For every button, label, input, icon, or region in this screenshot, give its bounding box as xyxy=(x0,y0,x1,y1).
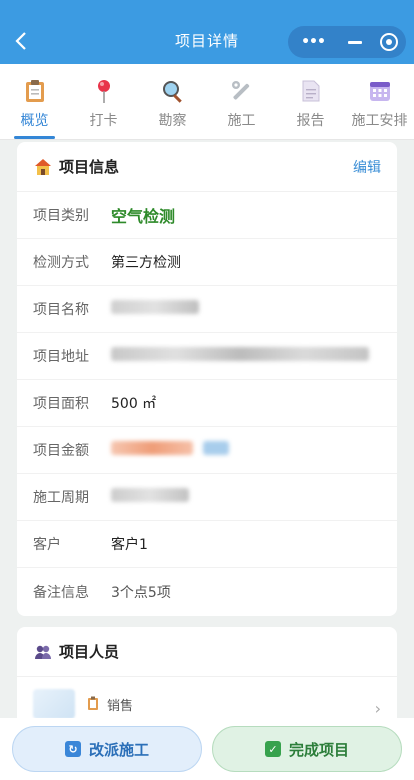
row-label: 项目地址 xyxy=(33,349,89,365)
pin-icon xyxy=(91,78,117,104)
tab-label: 报告 xyxy=(296,113,325,129)
redacted-value xyxy=(111,488,189,506)
row-label: 客户 xyxy=(33,537,61,553)
project-info-card: 项目信息 编辑 项目类别 空气检测 检测方式 第三方检测 项目名称 项目地址 项… xyxy=(17,142,397,616)
avatar xyxy=(33,689,75,719)
tab-label: 勘察 xyxy=(158,113,187,129)
tab-report[interactable]: 报告 xyxy=(276,64,345,139)
magnifier-icon xyxy=(160,78,186,104)
info-row-client: 客户 客户1 xyxy=(17,521,397,568)
tab-bar: 概览 打卡 勘察 施工 报告 施工安排 xyxy=(0,64,414,140)
tab-survey[interactable]: 勘察 xyxy=(138,64,207,139)
reassign-button[interactable]: ↻ 改派施工 xyxy=(12,726,202,772)
clipboard-icon xyxy=(87,696,101,712)
house-icon xyxy=(33,157,53,177)
row-value: 空气检测 xyxy=(111,207,176,226)
info-row-category: 项目类别 空气检测 xyxy=(17,192,397,239)
person-role-label: 销售 xyxy=(107,698,134,714)
complete-button[interactable]: ✓ 完成项目 xyxy=(212,726,402,772)
row-label: 施工周期 xyxy=(33,490,89,506)
tab-label: 施工 xyxy=(227,113,256,129)
tab-label: 打卡 xyxy=(89,113,118,129)
row-label: 项目金额 xyxy=(33,443,89,459)
info-row-method: 检测方式 第三方检测 xyxy=(17,239,397,286)
row-value: 第三方检测 xyxy=(111,255,181,271)
nav-header: 项目详情 ••• xyxy=(0,0,414,64)
tab-label: 施工安排 xyxy=(351,113,408,129)
row-label: 项目类别 xyxy=(33,208,89,224)
info-row-area: 项目面积 500 ㎡ xyxy=(17,380,397,427)
bottom-action-bar: ↻ 改派施工 ✓ 完成项目 xyxy=(0,718,414,780)
people-icon xyxy=(33,642,53,662)
row-value: 3个点5项 xyxy=(111,584,171,601)
chevron-right-icon: › xyxy=(374,699,381,718)
personnel-header: 项目人员 xyxy=(17,627,397,677)
clipboard-icon xyxy=(22,78,48,104)
check-icon: ✓ xyxy=(264,741,281,757)
tab-construction[interactable]: 施工 xyxy=(207,64,276,139)
info-row-remarks: 备注信息 3个点5项 xyxy=(17,568,397,615)
tab-schedule[interactable]: 施工安排 xyxy=(345,64,414,139)
miniprogram-capsule: ••• xyxy=(288,26,406,58)
edit-link[interactable]: 编辑 xyxy=(353,157,381,177)
person-role: 销售 xyxy=(87,695,133,714)
redacted-value xyxy=(111,441,230,459)
row-value: 500 ㎡ xyxy=(111,396,157,412)
info-row-address: 项目地址 xyxy=(17,333,397,380)
wrench-icon xyxy=(229,78,255,104)
info-row-name: 项目名称 xyxy=(17,286,397,333)
close-record-icon[interactable] xyxy=(372,33,406,51)
row-label: 备注信息 xyxy=(33,584,89,601)
more-dots-icon[interactable]: ••• xyxy=(288,34,338,50)
personnel-title: 项目人员 xyxy=(59,643,120,661)
minimize-icon[interactable] xyxy=(338,40,372,44)
redacted-value xyxy=(111,347,369,365)
row-label: 项目面积 xyxy=(33,396,89,412)
row-label: 检测方式 xyxy=(33,255,89,271)
calendar-icon xyxy=(367,78,393,104)
complete-label: 完成项目 xyxy=(288,740,349,759)
row-label: 项目名称 xyxy=(33,302,89,318)
project-info-header: 项目信息 编辑 xyxy=(17,142,397,192)
info-row-amount: 项目金额 xyxy=(17,427,397,474)
row-value: 客户1 xyxy=(111,537,148,553)
project-personnel-card: 项目人员 销售 › xyxy=(17,627,397,727)
document-icon xyxy=(298,78,324,104)
info-row-period: 施工周期 xyxy=(17,474,397,521)
tab-overview[interactable]: 概览 xyxy=(0,64,69,139)
reassign-label: 改派施工 xyxy=(88,740,149,759)
tab-checkin[interactable]: 打卡 xyxy=(69,64,138,139)
project-info-title: 项目信息 xyxy=(59,158,120,176)
tab-label: 概览 xyxy=(20,113,49,129)
person-info: 销售 xyxy=(87,695,133,714)
refresh-icon: ↻ xyxy=(64,741,81,757)
redacted-value xyxy=(111,300,199,318)
